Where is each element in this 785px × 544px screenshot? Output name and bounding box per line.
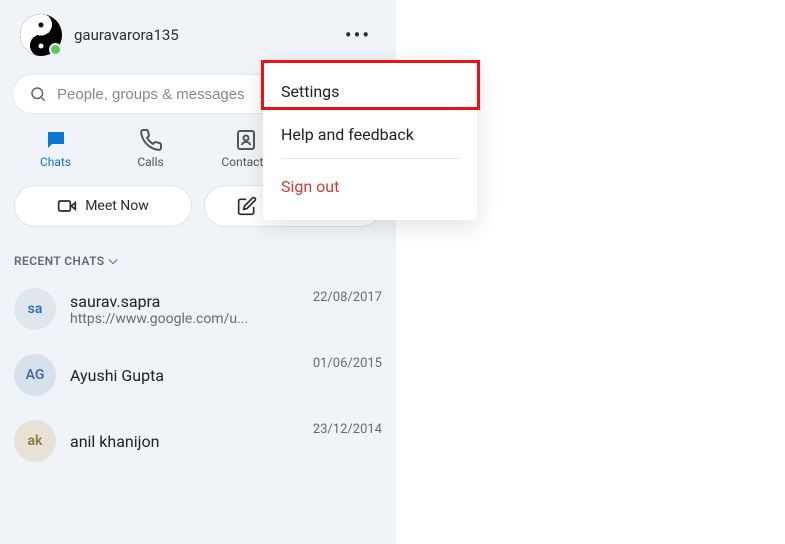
chat-avatar: ak: [14, 420, 56, 462]
chat-preview: https://www.google.com/u...: [70, 311, 290, 327]
presence-indicator: [49, 43, 62, 56]
tab-label: Calls: [137, 155, 163, 169]
chat-avatar: sa: [14, 288, 56, 330]
more-icon: •••: [345, 23, 371, 47]
search-icon: [29, 85, 47, 103]
chat-name: saurav.sapra: [70, 292, 299, 311]
tab-calls[interactable]: Calls: [106, 128, 196, 169]
chat-body: Ayushi Gupta: [70, 366, 299, 385]
button-label: Meet Now: [85, 198, 149, 214]
chat-name: Ayushi Gupta: [70, 366, 299, 385]
chat-item[interactable]: AG Ayushi Gupta 01/06/2015: [0, 342, 396, 408]
more-button[interactable]: •••: [338, 15, 378, 55]
chat-body: anil khanijon: [70, 432, 299, 451]
recent-chats-header[interactable]: RECENT CHATS ⌵: [0, 235, 396, 276]
chat-list: sa saurav.sapra https://www.google.com/u…: [0, 276, 396, 474]
tab-chats[interactable]: Chats: [11, 128, 101, 169]
menu-divider: [281, 158, 459, 159]
meet-now-button[interactable]: Meet Now: [14, 185, 192, 227]
chat-time: 23/12/2014: [313, 422, 382, 437]
tab-label: Chats: [40, 155, 71, 169]
chevron-down-icon: ⌵: [109, 253, 119, 268]
phone-icon: [139, 128, 163, 152]
menu-signout[interactable]: Sign out: [263, 165, 477, 208]
chat-item[interactable]: ak anil khanijon 23/12/2014: [0, 408, 396, 474]
chat-avatar: AG: [14, 354, 56, 396]
chat-time: 22/08/2017: [313, 290, 382, 305]
chat-icon: [44, 128, 68, 152]
menu-settings[interactable]: Settings: [263, 70, 477, 113]
section-label: RECENT CHATS: [14, 254, 105, 268]
chat-name: anil khanijon: [70, 432, 299, 451]
more-menu: Settings Help and feedback Sign out: [263, 60, 477, 220]
chat-body: saurav.sapra https://www.google.com/u...: [70, 292, 299, 327]
username[interactable]: gauravarora135: [74, 26, 326, 44]
chat-time: 01/06/2015: [313, 356, 382, 371]
menu-help[interactable]: Help and feedback: [263, 113, 477, 156]
chat-item[interactable]: sa saurav.sapra https://www.google.com/u…: [0, 276, 396, 342]
compose-icon: [237, 196, 257, 216]
contacts-icon: [234, 128, 258, 152]
avatar[interactable]: [20, 14, 62, 56]
video-icon: [57, 196, 77, 216]
